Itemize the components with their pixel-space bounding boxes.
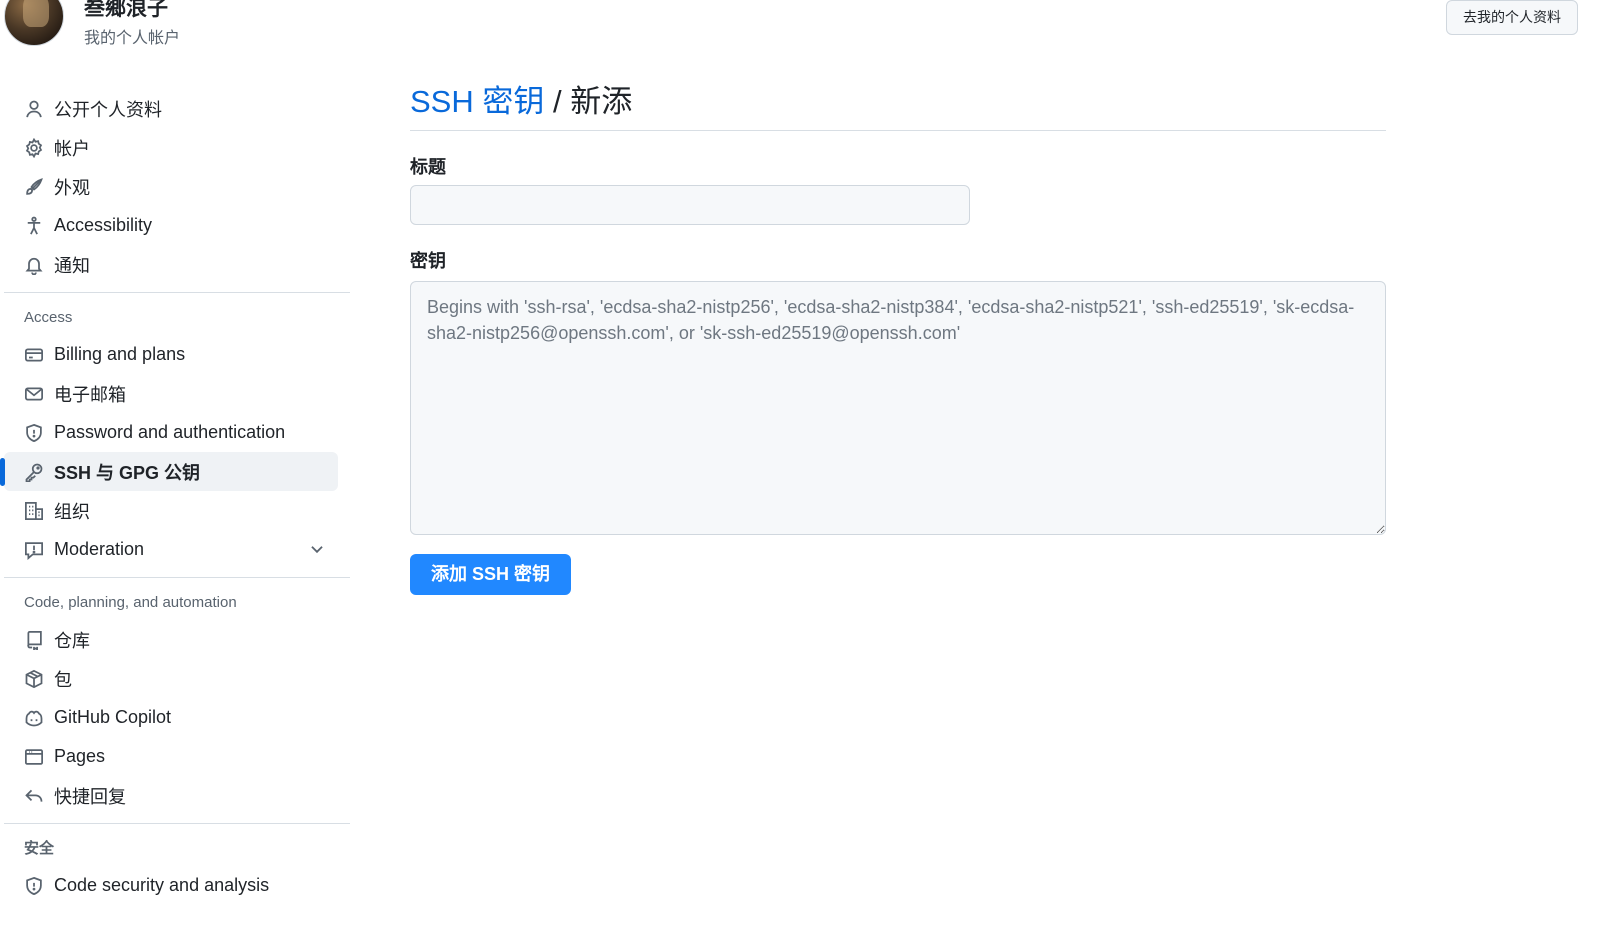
key-field-label: 密钥 (410, 251, 446, 271)
sidebar-item-copilot[interactable]: GitHub Copilot (4, 698, 338, 737)
shield-icon (24, 876, 44, 896)
add-ssh-key-button[interactable]: 添加 SSH 密钥 (410, 554, 572, 595)
sidebar-item-appearance[interactable]: 外观 (4, 167, 338, 206)
sidebar-divider (4, 577, 350, 578)
sidebar-item-code-security[interactable]: Code security and analysis (4, 866, 338, 905)
title-separator: / (544, 84, 571, 119)
go-to-profile-button[interactable]: 去我的个人资料 (1446, 0, 1578, 35)
sidebar-item-account[interactable]: 帐户 (4, 128, 338, 167)
sidebar-item-label: 通知 (54, 255, 90, 276)
user-header: 叁鄉浪子 我的个人帐户 去我的个人资料 (0, 0, 1610, 56)
sidebar-item-label: Moderation (54, 539, 145, 559)
sidebar-item-label: Accessibility (54, 215, 153, 235)
title-divider (410, 130, 1386, 131)
sidebar-divider (4, 823, 350, 824)
sidebar-item-label: 公开个人资料 (54, 99, 162, 120)
bell-icon (24, 255, 44, 275)
sidebar-item-label: 电子邮箱 (54, 384, 126, 405)
sidebar-item-label: 包 (54, 669, 72, 690)
report-icon (24, 540, 44, 560)
main-content: SSH 密钥 / 新添 标题 密钥 添加 SSH 密钥 (410, 80, 1386, 595)
sidebar-item-label: 外观 (54, 177, 90, 198)
user-subtitle: 我的个人帐户 (84, 30, 181, 47)
sidebar-item-accessibility[interactable]: Accessibility (4, 206, 338, 245)
package-icon (24, 669, 44, 689)
copilot-icon (24, 708, 44, 728)
sidebar-divider (4, 292, 350, 293)
sidebar-item-saved-replies[interactable]: 快捷回复 (4, 776, 338, 815)
sidebar-item-moderation[interactable]: Moderation (4, 530, 338, 569)
page-title: SSH 密钥 / 新添 (410, 80, 1386, 130)
gear-icon (24, 137, 44, 158)
user-name[interactable]: 叁鄉浪子 (84, 0, 168, 22)
sidebar-item-label: Billing and plans (54, 344, 186, 364)
key-icon (24, 462, 44, 482)
sidebar-item-password[interactable]: Password and authentication (4, 413, 338, 452)
section-heading-security: 安全 (24, 840, 55, 857)
sidebar-item-label: GitHub Copilot (54, 707, 172, 727)
mail-icon (24, 384, 44, 404)
sidebar-item-packages[interactable]: 包 (4, 659, 338, 698)
paintbrush-icon (24, 177, 44, 197)
repo-icon (24, 630, 44, 650)
sidebar-item-repositories[interactable]: 仓库 (4, 620, 338, 659)
sidebar-item-label: Pages (54, 746, 106, 766)
key-textarea[interactable] (410, 281, 1386, 535)
breadcrumb-ssh-keys[interactable]: SSH 密钥 (410, 84, 544, 119)
title-field-label: 标题 (410, 157, 446, 177)
sidebar-item-label: 组织 (54, 501, 90, 522)
chevron-down-icon[interactable] (308, 540, 326, 558)
title-input[interactable] (410, 185, 970, 225)
sidebar-item-notifications[interactable]: 通知 (4, 245, 338, 284)
sidebar-item-label: 仓库 (54, 630, 90, 651)
sidebar-item-label: SSH 与 GPG 公钥 (54, 462, 201, 483)
sidebar-item-organizations[interactable]: 组织 (4, 491, 338, 530)
settings-sidebar: 公开个人资料 帐户 外观 Accessibility 通知 Access Bil… (0, 89, 350, 905)
sidebar-item-label: Code security and analysis (54, 875, 270, 895)
sidebar-item-pages[interactable]: Pages (4, 737, 338, 776)
sidebar-item-label: 帐户 (54, 138, 90, 159)
section-heading-code: Code, planning, and automation (24, 594, 237, 611)
sidebar-item-label: Password and authentication (54, 422, 286, 442)
title-current-page: 新添 (570, 84, 633, 119)
avatar[interactable] (4, 0, 64, 46)
person-icon (24, 99, 44, 119)
section-heading-access: Access (24, 309, 73, 326)
shield-icon (24, 423, 44, 443)
sidebar-item-public-profile[interactable]: 公开个人资料 (4, 89, 338, 128)
organization-icon (24, 501, 44, 521)
settings-page: 叁鄉浪子 我的个人帐户 去我的个人资料 公开个人资料 帐户 外观 Accessi… (0, 0, 1610, 937)
credit-card-icon (24, 345, 44, 365)
sidebar-item-label: 快捷回复 (54, 786, 126, 807)
accessibility-icon (24, 216, 44, 236)
browser-icon (24, 747, 44, 767)
sidebar-item-ssh-gpg-keys[interactable]: SSH 与 GPG 公钥 (0, 452, 338, 491)
sidebar-item-billing[interactable]: Billing and plans (4, 335, 338, 374)
reply-icon (24, 786, 44, 806)
sidebar-item-emails[interactable]: 电子邮箱 (4, 374, 338, 413)
